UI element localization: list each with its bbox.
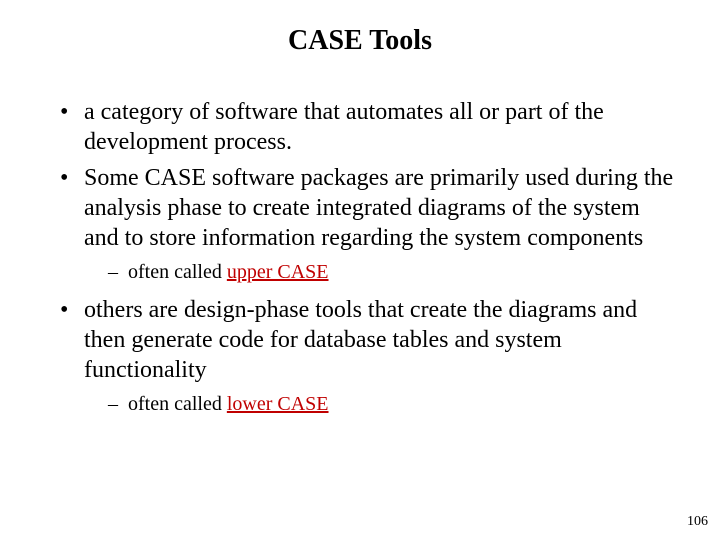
sub-list: often called upper CASE — [84, 259, 680, 285]
sub-list: often called lower CASE — [84, 391, 680, 417]
bullet-list: a category of software that automates al… — [40, 97, 680, 417]
slide-title: CASE Tools — [40, 25, 680, 57]
sub-highlight: upper CASE — [227, 261, 329, 283]
bullet-text: others are design-phase tools that creat… — [84, 297, 637, 383]
sub-prefix: often called — [128, 393, 227, 415]
bullet-text: a category of software that automates al… — [84, 99, 604, 155]
bullet-item: others are design-phase tools that creat… — [60, 295, 680, 417]
sub-item: often called lower CASE — [108, 391, 680, 417]
sub-item: often called upper CASE — [108, 259, 680, 285]
bullet-text: Some CASE software packages are primaril… — [84, 165, 673, 251]
sub-prefix: often called — [128, 261, 227, 283]
bullet-item: a category of software that automates al… — [60, 97, 680, 157]
sub-highlight: lower CASE — [227, 393, 329, 415]
bullet-item: Some CASE software packages are primaril… — [60, 163, 680, 285]
page-number: 106 — [687, 514, 708, 530]
